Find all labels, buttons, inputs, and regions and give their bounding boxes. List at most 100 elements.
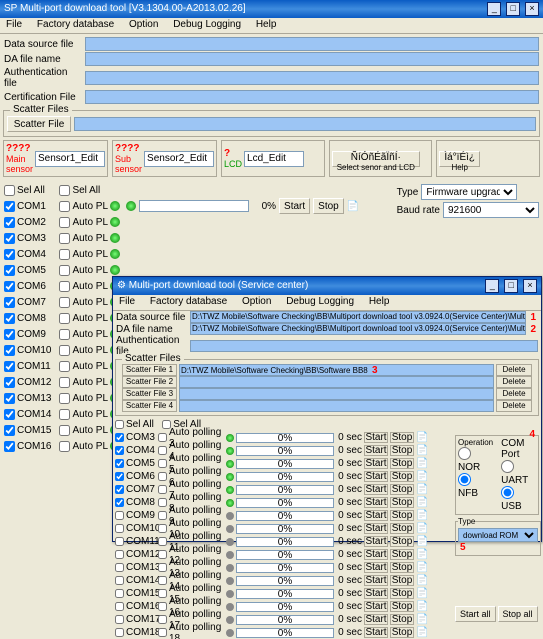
stop-button[interactable]: Stop [313,198,344,214]
auto-check[interactable] [59,281,70,292]
poll-stop-button[interactable]: Stop [390,432,414,443]
com-check[interactable] [4,281,15,292]
scatter-btn[interactable]: Scatter File 1 [122,364,177,376]
data-source-field[interactable] [85,37,539,51]
stop-all-button[interactable]: Stop all [498,606,538,622]
poll-auto-check[interactable] [158,433,167,442]
poll-extra-icon[interactable]: 📄 [416,601,428,612]
com-check[interactable] [4,425,15,436]
nor-radio[interactable] [458,447,471,460]
auto-check[interactable] [59,425,70,436]
com-check[interactable] [4,361,15,372]
usb-radio[interactable] [501,486,514,499]
ol-close-icon[interactable]: × [523,279,537,293]
poll-start-button[interactable]: Start [364,510,388,521]
poll-extra-icon[interactable]: 📄 [416,432,428,443]
poll-com-check[interactable] [115,615,124,624]
poll-com-check[interactable] [115,576,124,585]
poll-stop-button[interactable]: Stop [390,523,414,534]
poll-auto-check[interactable] [158,472,167,481]
poll-extra-icon[interactable]: 📄 [416,549,428,560]
auto-check[interactable] [59,201,70,212]
delete-button[interactable]: Delete [496,364,532,376]
com-check[interactable] [4,265,15,276]
poll-auto-check[interactable] [158,524,167,533]
poll-extra-icon[interactable]: 📄 [416,588,428,599]
poll-start-button[interactable]: Start [364,536,388,547]
ol-menu-help[interactable]: Help [363,295,396,308]
nfb-radio[interactable] [458,473,471,486]
poll-com-check[interactable] [115,459,124,468]
com-check[interactable] [4,441,15,452]
poll-start-button[interactable]: Start [364,471,388,482]
ol-auth-file[interactable] [190,340,538,352]
poll-extra-icon[interactable]: 📄 [416,627,428,638]
auto-check[interactable] [59,377,70,388]
poll-com-check[interactable] [115,563,124,572]
poll-start-button[interactable]: Start [364,484,388,495]
poll-auto-check[interactable] [158,511,167,520]
poll-start-button[interactable]: Start [364,458,388,469]
help-button[interactable]: Ìá°ïÉì¿Help [439,151,480,167]
com-check[interactable] [4,201,15,212]
poll-start-button[interactable]: Start [364,445,388,456]
start-all-button[interactable]: Start all [455,606,496,622]
poll-start-button[interactable]: Start [364,575,388,586]
poll-com-check[interactable] [115,524,124,533]
poll-com-check[interactable] [115,589,124,598]
poll-stop-button[interactable]: Stop [390,549,414,560]
menu-factory[interactable]: Factory database [31,18,120,31]
com-check[interactable] [4,249,15,260]
scatter-field[interactable]: D:\TWZ Mobile\Software Checking\BB\Softw… [179,364,494,376]
auto-check[interactable] [59,249,70,260]
start-button[interactable]: Start [279,198,310,214]
com-check[interactable] [4,377,15,388]
poll-com-check[interactable] [115,550,124,559]
ol-sel-all-com[interactable] [115,420,124,429]
scatter-field[interactable] [179,376,494,388]
scatter-field[interactable] [179,400,494,412]
poll-stop-button[interactable]: Stop [390,601,414,612]
baud-select[interactable]: 921600 [443,202,539,218]
poll-auto-check[interactable] [158,446,167,455]
ol-menu-debug[interactable]: Debug Logging [280,295,360,308]
ol-data-source[interactable]: D:\TWZ Mobile\Software Checking\BB\Multi… [190,311,526,323]
poll-auto-check[interactable] [158,537,167,546]
delete-button[interactable]: Delete [496,388,532,400]
poll-auto-check[interactable] [158,550,167,559]
auto-check[interactable] [59,361,70,372]
poll-stop-button[interactable]: Stop [390,484,414,495]
com-check[interactable] [4,313,15,324]
auto-check[interactable] [59,393,70,404]
delete-button[interactable]: Delete [496,376,532,388]
poll-start-button[interactable]: Start [364,588,388,599]
poll-stop-button[interactable]: Stop [390,497,414,508]
poll-com-check[interactable] [115,537,124,546]
poll-extra-icon[interactable]: 📄 [416,471,428,482]
poll-extra-icon[interactable]: 📄 [416,510,428,521]
menu-debug[interactable]: Debug Logging [167,18,247,31]
ol-da-file[interactable]: D:\TWZ Mobile\Software Checking\BB\Multi… [190,323,526,335]
poll-stop-button[interactable]: Stop [390,627,414,638]
poll-com-check[interactable] [115,472,124,481]
poll-extra-icon[interactable]: 📄 [416,575,428,586]
poll-com-check[interactable] [115,628,124,637]
poll-com-check[interactable] [115,511,124,520]
poll-start-button[interactable]: Start [364,562,388,573]
auto-check[interactable] [59,409,70,420]
poll-extra-icon[interactable]: 📄 [416,458,428,469]
poll-com-check[interactable] [115,602,124,611]
com-check[interactable] [4,345,15,356]
poll-com-check[interactable] [115,485,124,494]
auth-field[interactable] [85,71,539,85]
ol-type-select[interactable]: download ROM [458,528,538,542]
poll-auto-check[interactable] [158,628,167,637]
menu-option[interactable]: Option [123,18,164,31]
scatter-btn[interactable]: Scatter File 3 [122,388,177,400]
menu-file[interactable]: File [0,18,28,31]
menu-help[interactable]: Help [250,18,283,31]
auto-check[interactable] [59,345,70,356]
lcd-input[interactable] [244,151,304,167]
poll-extra-icon[interactable]: 📄 [416,523,428,534]
poll-auto-check[interactable] [158,485,167,494]
